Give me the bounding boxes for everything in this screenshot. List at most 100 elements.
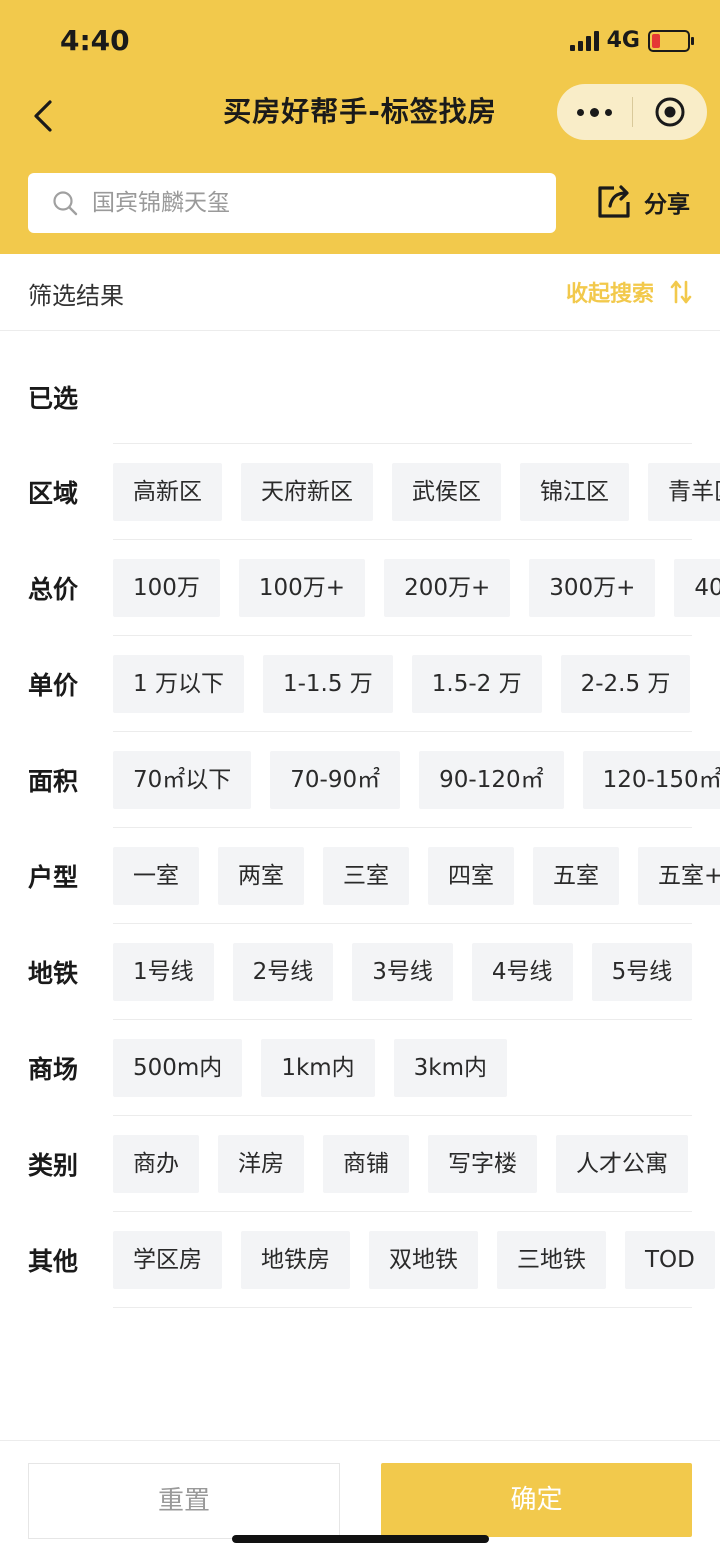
reset-button[interactable]: 重置 xyxy=(28,1463,340,1539)
filter-options: 学区房 地铁房 双地铁 三地铁 TOD xyxy=(113,1212,715,1308)
filter-chip[interactable]: 锦江区 xyxy=(520,463,629,521)
filter-options: 商办 洋房 商铺 写字楼 人才公寓 xyxy=(113,1116,688,1212)
search-icon xyxy=(53,191,78,216)
search-box[interactable] xyxy=(28,173,556,233)
filter-chip[interactable]: TOD xyxy=(625,1231,715,1289)
filter-row-region: 区域 高新区 天府新区 武侯区 锦江区 青羊区 xyxy=(0,444,720,540)
filter-options: 1号线 2号线 3号线 4号线 5号线 xyxy=(113,924,693,1020)
filter-chip[interactable]: 学区房 xyxy=(113,1231,222,1289)
share-label: 分享 xyxy=(644,192,690,218)
sort-arrows-icon xyxy=(670,280,692,304)
filter-options: 高新区 天府新区 武侯区 锦江区 青羊区 xyxy=(113,444,720,540)
filter-options: 1 万以下 1-1.5 万 1.5-2 万 2-2.5 万 xyxy=(113,636,691,732)
filter-chip[interactable]: 2-2.5 万 xyxy=(560,655,691,713)
filter-row-mall: 商场 500m内 1km内 3km内 xyxy=(0,1020,720,1116)
more-dot-icon xyxy=(576,108,584,116)
filter-chip[interactable]: 双地铁 xyxy=(369,1231,478,1289)
filter-chip[interactable]: 2号线 xyxy=(232,943,334,1001)
status-indicators: 4G xyxy=(569,28,694,53)
filter-chip[interactable]: 100万 xyxy=(113,559,220,617)
filter-chip[interactable]: 人才公寓 xyxy=(556,1135,688,1193)
filter-chip[interactable]: 高新区 xyxy=(113,463,222,521)
filter-row-category: 类别 商办 洋房 商铺 写字楼 人才公寓 xyxy=(0,1116,720,1212)
filter-chip[interactable]: 70㎡以下 xyxy=(113,751,252,809)
filter-chip[interactable]: 70-90㎡ xyxy=(270,751,401,809)
more-dot-icon xyxy=(604,108,612,116)
filter-chip[interactable]: 1号线 xyxy=(113,943,214,1001)
filter-panel: 已选 区域 高新区 天府新区 武侯区 锦江区 青羊区 总价 100万 100万+… xyxy=(0,332,720,1440)
filter-chip[interactable]: 商办 xyxy=(113,1135,199,1193)
filter-options: 500m内 1km内 3km内 xyxy=(113,1020,508,1116)
filter-chip[interactable]: 1km内 xyxy=(261,1039,375,1097)
filter-chip[interactable]: 3号线 xyxy=(352,943,453,1001)
share-button[interactable]: 分享 xyxy=(594,182,690,222)
filter-chip[interactable]: 三地铁 xyxy=(497,1231,606,1289)
filter-label: 其他 xyxy=(28,1247,79,1276)
share-icon xyxy=(598,185,630,218)
filter-row-selected: 已选 xyxy=(0,350,720,444)
filter-chip[interactable]: 90-120㎡ xyxy=(419,751,564,809)
filter-chip[interactable]: 5号线 xyxy=(591,943,693,1001)
search-input[interactable] xyxy=(90,189,524,217)
result-title: 筛选结果 xyxy=(28,282,124,310)
filter-label: 总价 xyxy=(28,575,79,604)
filter-chip[interactable]: 500m内 xyxy=(113,1039,243,1097)
filter-options: 一室 两室 三室 四室 五室 五室+ xyxy=(113,828,720,924)
filter-row-metro: 地铁 1号线 2号线 3号线 4号线 5号线 xyxy=(0,924,720,1020)
close-miniprogram-button[interactable] xyxy=(633,96,708,128)
filter-chip[interactable]: 4号线 xyxy=(471,943,573,1001)
filter-chip[interactable]: 两室 xyxy=(218,847,304,905)
more-button[interactable] xyxy=(557,107,632,117)
filter-chip[interactable]: 400万+ xyxy=(674,559,720,617)
signal-icon xyxy=(569,30,599,51)
filter-chip[interactable]: 3km内 xyxy=(393,1039,508,1097)
collapse-label: 收起搜索 xyxy=(565,282,654,307)
filter-chip[interactable]: 武侯区 xyxy=(392,463,501,521)
filter-chip[interactable]: 五室+ xyxy=(638,847,720,905)
filter-chip[interactable]: 商铺 xyxy=(323,1135,409,1193)
filter-label: 商场 xyxy=(28,1055,79,1084)
filter-row-other: 其他 学区房 地铁房 双地铁 三地铁 TOD xyxy=(0,1212,720,1308)
filter-chip[interactable]: 洋房 xyxy=(218,1135,304,1193)
filter-chip[interactable]: 三室 xyxy=(323,847,409,905)
header: 4:40 4G 买房好帮手-标签找房 国宾锦麟天玺 分享 xyxy=(0,0,720,254)
filter-chip[interactable]: 四室 xyxy=(428,847,514,905)
more-dot-icon xyxy=(589,107,599,117)
filter-row-unit-price: 单价 1 万以下 1-1.5 万 1.5-2 万 2-2.5 万 xyxy=(0,636,720,732)
result-bar: 筛选结果 收起搜索 xyxy=(0,254,720,331)
confirm-button[interactable]: 确定 xyxy=(381,1463,692,1537)
miniprogram-capsule xyxy=(557,84,707,140)
filter-label: 单价 xyxy=(28,671,79,700)
status-time: 4:40 xyxy=(60,24,130,57)
filter-chip[interactable]: 1-1.5 万 xyxy=(262,655,393,713)
collapse-search-button[interactable]: 收起搜索 xyxy=(566,276,692,308)
row-divider xyxy=(113,1307,692,1308)
filter-chip[interactable]: 120-150㎡ xyxy=(582,751,720,809)
filter-chip[interactable]: 300万+ xyxy=(529,559,656,617)
filter-label: 已选 xyxy=(28,384,79,413)
filter-row-area: 面积 70㎡以下 70-90㎡ 90-120㎡ 120-150㎡ xyxy=(0,732,720,828)
filter-chip[interactable]: 1 万以下 xyxy=(113,655,244,713)
filter-label: 面积 xyxy=(28,767,79,796)
filter-chip[interactable]: 1.5-2 万 xyxy=(411,655,542,713)
home-indicator xyxy=(232,1535,489,1543)
filter-chip[interactable]: 天府新区 xyxy=(241,463,373,521)
filter-label: 地铁 xyxy=(28,959,79,988)
filter-label: 户型 xyxy=(28,863,79,892)
filter-label: 类别 xyxy=(28,1151,79,1180)
battery-icon xyxy=(648,29,694,52)
filter-options: 100万 100万+ 200万+ 300万+ 400万+ xyxy=(113,540,720,636)
filter-chip[interactable]: 写字楼 xyxy=(428,1135,537,1193)
filter-chip[interactable]: 青羊区 xyxy=(648,463,720,521)
filter-row-layout: 户型 一室 两室 三室 四室 五室 五室+ xyxy=(0,828,720,924)
filter-chip[interactable]: 200万+ xyxy=(384,559,511,617)
filter-options: 70㎡以下 70-90㎡ 90-120㎡ 120-150㎡ xyxy=(113,732,720,828)
filter-chip[interactable]: 一室 xyxy=(113,847,199,905)
filter-chip[interactable]: 五室 xyxy=(533,847,619,905)
filter-chip[interactable]: 100万+ xyxy=(238,559,366,617)
target-icon xyxy=(655,97,685,127)
filter-chip[interactable]: 地铁房 xyxy=(241,1231,350,1289)
network-type: 4G xyxy=(606,28,640,53)
filter-row-total-price: 总价 100万 100万+ 200万+ 300万+ 400万+ xyxy=(0,540,720,636)
filter-label: 区域 xyxy=(28,479,79,508)
